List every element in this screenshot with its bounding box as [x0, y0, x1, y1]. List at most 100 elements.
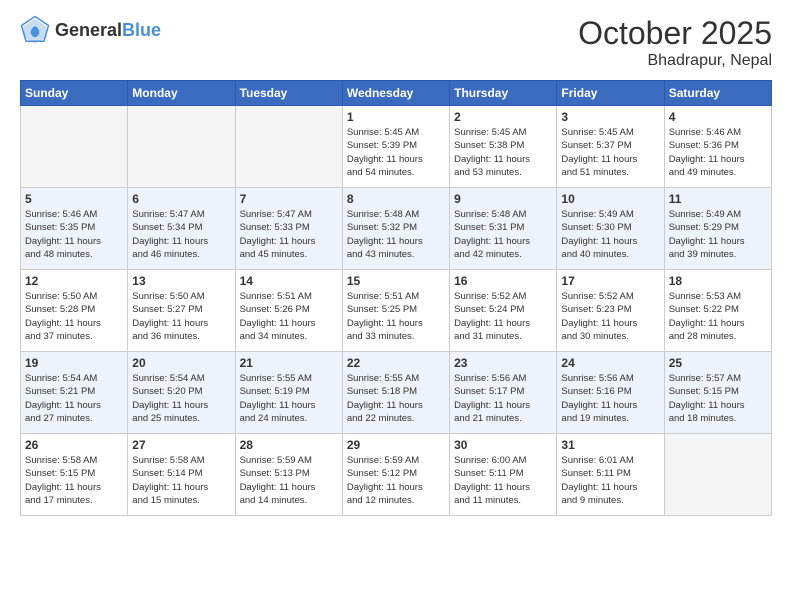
- day-number: 11: [669, 192, 767, 206]
- day-info: Sunrise: 6:01 AMSunset: 5:11 PMDaylight:…: [561, 454, 659, 507]
- day-number: 28: [240, 438, 338, 452]
- day-info: Sunrise: 5:45 AMSunset: 5:37 PMDaylight:…: [561, 126, 659, 179]
- cell-1-3: [235, 106, 342, 188]
- cell-4-3: 21 Sunrise: 5:55 AMSunset: 5:19 PMDayligh…: [235, 352, 342, 434]
- day-info: Sunrise: 5:47 AMSunset: 5:33 PMDaylight:…: [240, 208, 338, 261]
- cell-1-1: [21, 106, 128, 188]
- header-wednesday: Wednesday: [342, 81, 449, 106]
- day-number: 19: [25, 356, 123, 370]
- day-info: Sunrise: 5:58 AMSunset: 5:15 PMDaylight:…: [25, 454, 123, 507]
- day-number: 1: [347, 110, 445, 124]
- day-info: Sunrise: 5:50 AMSunset: 5:28 PMDaylight:…: [25, 290, 123, 343]
- day-number: 15: [347, 274, 445, 288]
- day-info: Sunrise: 5:49 AMSunset: 5:29 PMDaylight:…: [669, 208, 767, 261]
- day-number: 27: [132, 438, 230, 452]
- day-number: 9: [454, 192, 552, 206]
- day-info: Sunrise: 5:53 AMSunset: 5:22 PMDaylight:…: [669, 290, 767, 343]
- day-info: Sunrise: 5:52 AMSunset: 5:24 PMDaylight:…: [454, 290, 552, 343]
- cell-2-5: 9 Sunrise: 5:48 AMSunset: 5:31 PMDaylight…: [450, 188, 557, 270]
- weekday-header-row: Sunday Monday Tuesday Wednesday Thursday…: [21, 81, 772, 106]
- day-info: Sunrise: 5:48 AMSunset: 5:32 PMDaylight:…: [347, 208, 445, 261]
- cell-3-2: 13Sunrise: 5:50 AMSunset: 5:27 PMDayligh…: [128, 270, 235, 352]
- week-row-5: 26Sunrise: 5:58 AMSunset: 5:15 PMDayligh…: [21, 434, 772, 516]
- cell-2-2: 6 Sunrise: 5:47 AMSunset: 5:34 PMDaylight…: [128, 188, 235, 270]
- cell-3-3: 14 Sunrise: 5:51 AMSunset: 5:26 PMDayligh…: [235, 270, 342, 352]
- cell-1-4: 1Sunrise: 5:45 AMSunset: 5:39 PMDaylight…: [342, 106, 449, 188]
- header-sunday: Sunday: [21, 81, 128, 106]
- day-number: 6: [132, 192, 230, 206]
- logo-icon: [20, 15, 50, 45]
- day-info: Sunrise: 5:51 AMSunset: 5:26 PMDaylight:…: [240, 290, 338, 343]
- day-info: Sunrise: 5:46 AMSunset: 5:35 PMDaylight:…: [25, 208, 123, 261]
- day-info: Sunrise: 5:56 AMSunset: 5:17 PMDaylight:…: [454, 372, 552, 425]
- day-info: Sunrise: 5:55 AMSunset: 5:19 PMDaylight:…: [240, 372, 338, 425]
- cell-4-7: 25 Sunrise: 5:57 AMSunset: 5:15 PMDayligh…: [664, 352, 771, 434]
- day-info: Sunrise: 5:55 AMSunset: 5:18 PMDaylight:…: [347, 372, 445, 425]
- cell-3-1: 12 Sunrise: 5:50 AMSunset: 5:28 PMDayligh…: [21, 270, 128, 352]
- day-number: 29: [347, 438, 445, 452]
- day-number: 8: [347, 192, 445, 206]
- day-info: Sunrise: 5:50 AMSunset: 5:27 PMDaylight:…: [132, 290, 230, 343]
- header-friday: Friday: [557, 81, 664, 106]
- title-block: October 2025 Bhadrapur, Nepal: [578, 15, 772, 70]
- calendar: Sunday Monday Tuesday Wednesday Thursday…: [20, 80, 772, 516]
- page: General Blue October 2025 Bhadrapur, Nep…: [0, 0, 792, 612]
- cell-5-5: 30 Sunrise: 6:00 AMSunset: 5:11 PMDayligh…: [450, 434, 557, 516]
- cell-1-6: 3Sunrise: 5:45 AMSunset: 5:37 PMDaylight…: [557, 106, 664, 188]
- cell-3-4: 15 Sunrise: 5:51 AMSunset: 5:25 PMDayligh…: [342, 270, 449, 352]
- day-info: Sunrise: 5:59 AMSunset: 5:13 PMDaylight:…: [240, 454, 338, 507]
- day-info: Sunrise: 5:54 AMSunset: 5:20 PMDaylight:…: [132, 372, 230, 425]
- month-title: October 2025: [578, 15, 772, 52]
- day-info: Sunrise: 5:56 AMSunset: 5:16 PMDaylight:…: [561, 372, 659, 425]
- day-info: Sunrise: 5:48 AMSunset: 5:31 PMDaylight:…: [454, 208, 552, 261]
- cell-5-2: 27Sunrise: 5:58 AMSunset: 5:14 PMDayligh…: [128, 434, 235, 516]
- day-number: 12: [25, 274, 123, 288]
- day-info: Sunrise: 5:51 AMSunset: 5:25 PMDaylight:…: [347, 290, 445, 343]
- cell-1-7: 4 Sunrise: 5:46 AMSunset: 5:36 PMDaylight…: [664, 106, 771, 188]
- day-info: Sunrise: 5:46 AMSunset: 5:36 PMDaylight:…: [669, 126, 767, 179]
- day-number: 22: [347, 356, 445, 370]
- cell-2-1: 5 Sunrise: 5:46 AMSunset: 5:35 PMDaylight…: [21, 188, 128, 270]
- cell-5-4: 29 Sunrise: 5:59 AMSunset: 5:12 PMDayligh…: [342, 434, 449, 516]
- cell-3-6: 17 Sunrise: 5:52 AMSunset: 5:23 PMDayligh…: [557, 270, 664, 352]
- day-number: 17: [561, 274, 659, 288]
- day-number: 5: [25, 192, 123, 206]
- header: General Blue October 2025 Bhadrapur, Nep…: [20, 15, 772, 70]
- header-tuesday: Tuesday: [235, 81, 342, 106]
- cell-3-5: 16 Sunrise: 5:52 AMSunset: 5:24 PMDayligh…: [450, 270, 557, 352]
- week-row-2: 5 Sunrise: 5:46 AMSunset: 5:35 PMDaylight…: [21, 188, 772, 270]
- cell-3-7: 18 Sunrise: 5:53 AMSunset: 5:22 PMDayligh…: [664, 270, 771, 352]
- cell-4-6: 24 Sunrise: 5:56 AMSunset: 5:16 PMDayligh…: [557, 352, 664, 434]
- day-info: Sunrise: 5:52 AMSunset: 5:23 PMDaylight:…: [561, 290, 659, 343]
- cell-2-7: 11 Sunrise: 5:49 AMSunset: 5:29 PMDayligh…: [664, 188, 771, 270]
- cell-4-5: 23 Sunrise: 5:56 AMSunset: 5:17 PMDayligh…: [450, 352, 557, 434]
- cell-1-5: 2Sunrise: 5:45 AMSunset: 5:38 PMDaylight…: [450, 106, 557, 188]
- header-saturday: Saturday: [664, 81, 771, 106]
- day-info: Sunrise: 5:57 AMSunset: 5:15 PMDaylight:…: [669, 372, 767, 425]
- day-info: Sunrise: 5:47 AMSunset: 5:34 PMDaylight:…: [132, 208, 230, 261]
- day-number: 23: [454, 356, 552, 370]
- day-info: Sunrise: 5:45 AMSunset: 5:38 PMDaylight:…: [454, 126, 552, 179]
- cell-1-2: [128, 106, 235, 188]
- header-monday: Monday: [128, 81, 235, 106]
- logo-text: General Blue: [55, 21, 161, 39]
- cell-5-6: 31Sunrise: 6:01 AMSunset: 5:11 PMDayligh…: [557, 434, 664, 516]
- day-number: 18: [669, 274, 767, 288]
- day-number: 21: [240, 356, 338, 370]
- day-number: 25: [669, 356, 767, 370]
- day-number: 30: [454, 438, 552, 452]
- day-info: Sunrise: 6:00 AMSunset: 5:11 PMDaylight:…: [454, 454, 552, 507]
- day-number: 4: [669, 110, 767, 124]
- day-number: 24: [561, 356, 659, 370]
- week-row-4: 19Sunrise: 5:54 AMSunset: 5:21 PMDayligh…: [21, 352, 772, 434]
- day-number: 16: [454, 274, 552, 288]
- cell-5-7: [664, 434, 771, 516]
- location-title: Bhadrapur, Nepal: [578, 52, 772, 70]
- day-info: Sunrise: 5:59 AMSunset: 5:12 PMDaylight:…: [347, 454, 445, 507]
- cell-4-1: 19Sunrise: 5:54 AMSunset: 5:21 PMDayligh…: [21, 352, 128, 434]
- cell-5-3: 28 Sunrise: 5:59 AMSunset: 5:13 PMDayligh…: [235, 434, 342, 516]
- week-row-3: 12 Sunrise: 5:50 AMSunset: 5:28 PMDayligh…: [21, 270, 772, 352]
- logo-general: General: [55, 21, 122, 39]
- day-number: 14: [240, 274, 338, 288]
- day-info: Sunrise: 5:49 AMSunset: 5:30 PMDaylight:…: [561, 208, 659, 261]
